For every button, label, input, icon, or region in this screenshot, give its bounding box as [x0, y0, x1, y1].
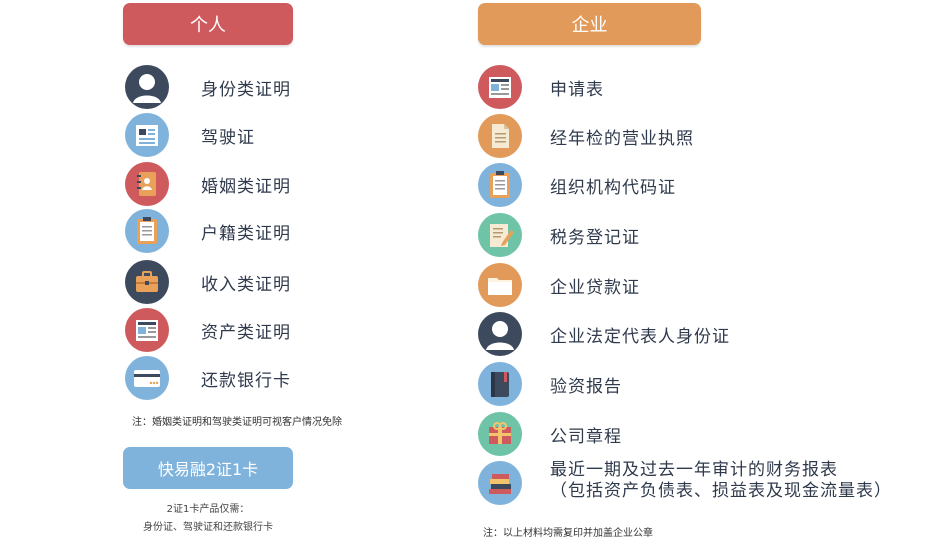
list-item: 税务登记证 [478, 213, 640, 257]
item-label: 企业法定代表人身份证 [550, 326, 730, 347]
product-requirement-line1: 2证1卡产品仅需： [166, 504, 250, 515]
newspaper-icon [125, 308, 169, 352]
company-note: 注：以上材料均需复印并加盖企业公章 [483, 528, 653, 539]
product-requirement-line2: 身份证、驾驶证和还款银行卡 [143, 522, 273, 533]
person-icon [478, 312, 522, 356]
list-item: 户籍类证明 [125, 209, 291, 253]
bank-card-icon [125, 356, 169, 400]
clipboard-icon [125, 209, 169, 253]
list-item: 最近一期及过去一年审计的财务报表 （包括资产负债表、损益表及现金流量表） [478, 460, 892, 505]
list-item: 申请表 [478, 65, 604, 109]
list-item: 资产类证明 [125, 308, 291, 352]
list-item: 收入类证明 [125, 260, 291, 304]
list-item: 验资报告 [478, 362, 622, 406]
list-item: 还款银行卡 [125, 356, 291, 400]
item-label: 税务登记证 [550, 227, 640, 248]
gift-box-icon [478, 412, 522, 456]
item-label: 户籍类证明 [201, 223, 291, 244]
list-item: 企业法定代表人身份证 [478, 312, 730, 356]
briefcase-icon [125, 260, 169, 304]
list-item: 身份类证明 [125, 65, 291, 109]
list-item: 婚姻类证明 [125, 162, 291, 206]
folder-icon [478, 263, 522, 307]
item-label: 企业贷款证 [550, 277, 640, 298]
item-label-sub: （包括资产负债表、损益表及现金流量表） [550, 481, 892, 501]
personal-note: 注：婚姻类证明和驾驶类证明可视客户情况免除 [132, 417, 342, 428]
item-label: 收入类证明 [201, 274, 291, 295]
item-label: 身份类证明 [201, 79, 291, 100]
item-label: 经年检的营业执照 [550, 128, 694, 149]
id-card-icon [125, 113, 169, 157]
list-item: 驾驶证 [125, 113, 255, 157]
item-label: 公司章程 [550, 426, 622, 447]
address-book-icon [125, 162, 169, 206]
item-label: 最近一期及过去一年审计的财务报表 [550, 460, 838, 480]
list-item: 组织机构代码证 [478, 163, 676, 207]
kuaiyirong-2-certificates-1-card-button[interactable]: 快易融2证1卡 [123, 447, 293, 489]
clipboard-icon [478, 163, 522, 207]
person-icon [125, 65, 169, 109]
edit-document-icon [478, 213, 522, 257]
item-label-group: 最近一期及过去一年审计的财务报表 （包括资产负债表、损益表及现金流量表） [550, 460, 892, 502]
list-item: 经年检的营业执照 [478, 114, 694, 158]
item-label: 还款银行卡 [201, 370, 291, 391]
item-label: 婚姻类证明 [201, 176, 291, 197]
list-item: 企业贷款证 [478, 263, 640, 307]
item-label: 组织机构代码证 [550, 177, 676, 198]
list-item: 公司章程 [478, 412, 622, 456]
notebook-icon [478, 362, 522, 406]
personal-section-header: 个人 [123, 3, 293, 45]
document-icon [478, 114, 522, 158]
newspaper-icon [478, 65, 522, 109]
books-icon [478, 461, 522, 505]
item-label: 驾驶证 [201, 127, 255, 148]
company-section-header: 企业 [478, 3, 701, 45]
item-label: 申请表 [550, 79, 604, 100]
item-label: 资产类证明 [201, 322, 291, 343]
item-label: 验资报告 [550, 376, 622, 397]
